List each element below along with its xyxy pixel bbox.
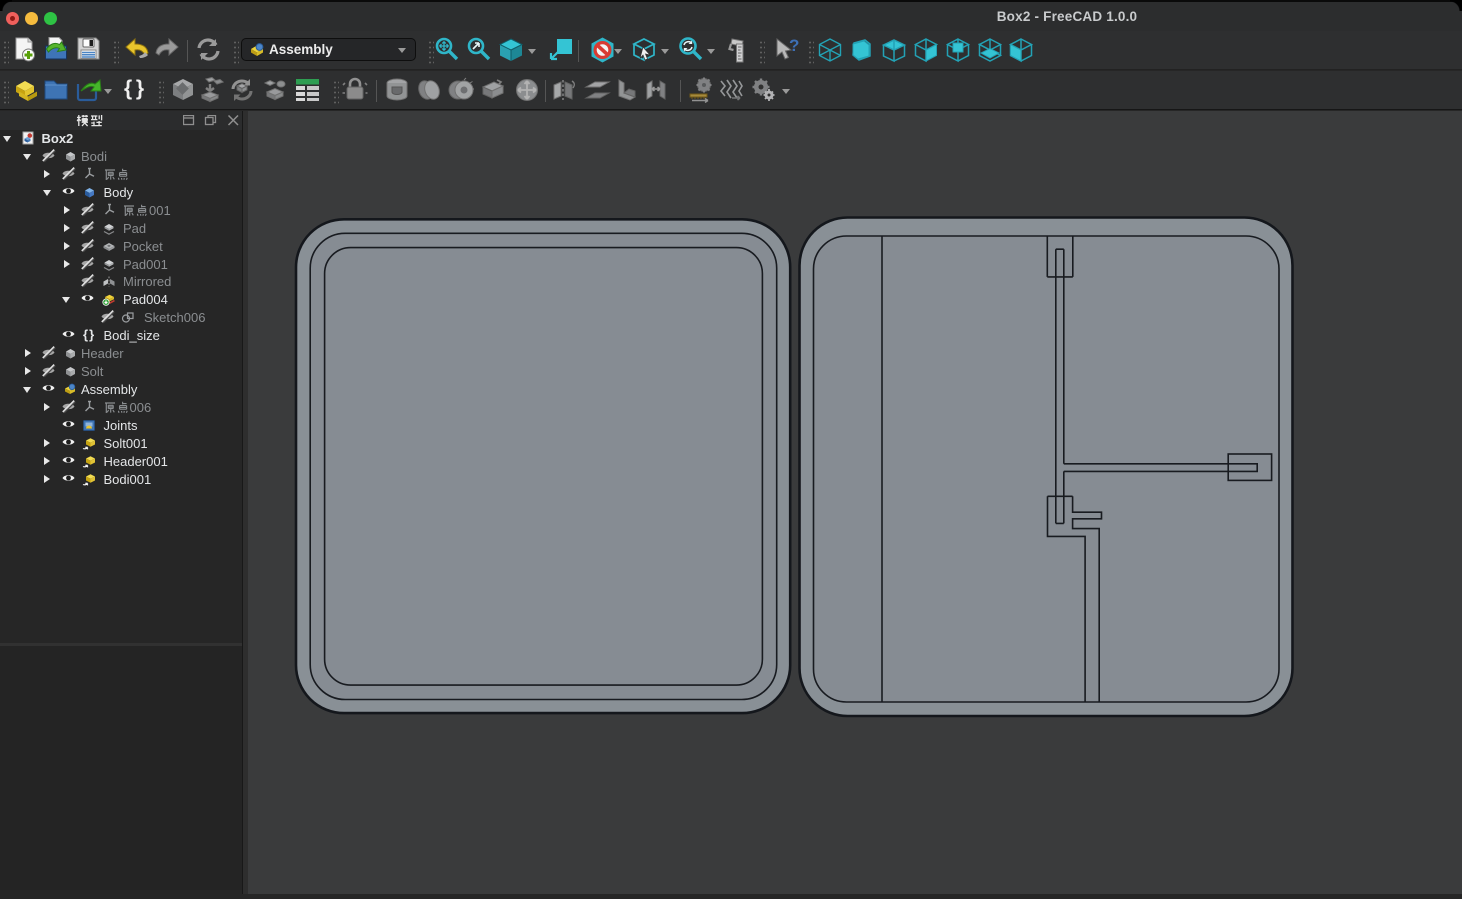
- svg-text:?: ?: [789, 37, 799, 55]
